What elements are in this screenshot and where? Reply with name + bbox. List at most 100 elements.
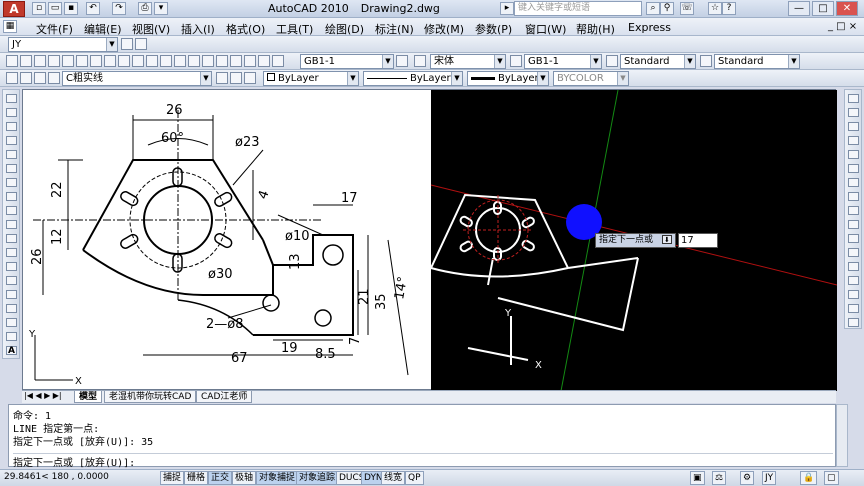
quick-dim-icon[interactable]: [118, 55, 130, 67]
offset-icon[interactable]: [848, 136, 859, 145]
workspace-status-label[interactable]: JY: [762, 471, 777, 485]
command-prompt[interactable]: 指定下一点或 [放弃(U)]:: [13, 453, 833, 469]
hatch-icon[interactable]: [6, 290, 17, 299]
ortho-toggle[interactable]: 正交: [208, 471, 233, 485]
workspace-menu-icon[interactable]: [135, 38, 147, 50]
grid-toggle[interactable]: 栅格: [184, 471, 209, 485]
lightbulb-icon[interactable]: [20, 72, 32, 84]
linear-dim-icon[interactable]: [6, 55, 18, 67]
color-combo[interactable]: ByLayer ▼: [263, 71, 359, 86]
radius-dim-icon[interactable]: [62, 55, 74, 67]
construction-line-icon[interactable]: [6, 108, 17, 117]
tab-model[interactable]: 模型: [74, 391, 103, 403]
menu-tools[interactable]: 工具(T): [276, 21, 313, 37]
move-icon[interactable]: [848, 164, 859, 173]
binoculars-icon[interactable]: ⚲: [660, 2, 674, 15]
explode-icon[interactable]: [848, 318, 859, 327]
menu-help[interactable]: 帮助(H): [576, 21, 615, 37]
tab-layout-1[interactable]: 老湿机带你玩转CAD: [104, 391, 197, 403]
circle-icon[interactable]: [6, 178, 17, 187]
center-mark-icon[interactable]: [202, 55, 214, 67]
scale-icon[interactable]: [848, 192, 859, 201]
trim-icon[interactable]: [848, 220, 859, 229]
dimstyle-icon[interactable]: [396, 55, 408, 67]
baseline-dim-icon[interactable]: [132, 55, 144, 67]
minimize-button[interactable]: —: [788, 1, 810, 16]
line-icon[interactable]: [6, 94, 17, 103]
save-icon[interactable]: ▪: [64, 2, 78, 15]
qp-toggle[interactable]: QP: [405, 471, 424, 485]
menu-file[interactable]: 文件(F): [36, 21, 73, 37]
arrow-down-icon[interactable]: ⬇: [661, 235, 672, 244]
lineweight-toggle[interactable]: 线宽: [381, 471, 406, 485]
layer-combo[interactable]: C粗实线 ▼: [62, 71, 212, 86]
menu-view[interactable]: 视图(V): [132, 21, 170, 37]
workspace-combo[interactable]: JY ▼: [8, 37, 118, 52]
jogged-linear-icon[interactable]: [230, 55, 242, 67]
dimstyle2-combo[interactable]: GB1-1 ▼: [524, 54, 602, 69]
undo-icon[interactable]: ↶: [86, 2, 100, 15]
menu-express[interactable]: Express: [628, 21, 671, 34]
command-window[interactable]: 命令: 1 LINE 指定第一点: 指定下一点或 [放弃(U)]: 35 指定下…: [8, 404, 836, 469]
dim-update-icon[interactable]: [272, 55, 284, 67]
search-input[interactable]: 键入关键字或短语: [514, 1, 642, 16]
arc-length-icon[interactable]: [34, 55, 46, 67]
spline-icon[interactable]: [6, 206, 17, 215]
textstyle-icon[interactable]: [414, 55, 426, 67]
inspection-icon[interactable]: [216, 55, 228, 67]
close-button[interactable]: ✕: [836, 1, 858, 16]
chamfer-icon[interactable]: [848, 290, 859, 299]
tablestyle-combo[interactable]: Standard ▼: [620, 54, 696, 69]
menu-modify[interactable]: 修改(M): [424, 21, 464, 37]
document-icon[interactable]: ▦: [3, 20, 17, 33]
jogged-dim-icon[interactable]: [76, 55, 88, 67]
linetype-combo[interactable]: ByLayer ▼: [363, 71, 463, 86]
dim-space-icon[interactable]: [160, 55, 172, 67]
lock-icon[interactable]: [48, 72, 60, 84]
copy-icon[interactable]: [848, 108, 859, 117]
mirror-icon[interactable]: [848, 122, 859, 131]
lineweight-combo[interactable]: ByLayer ▼: [467, 71, 549, 86]
annotation-scale-icon[interactable]: ⚖: [712, 471, 727, 485]
fillet-icon[interactable]: [848, 304, 859, 313]
make-current-icon[interactable]: [216, 72, 228, 84]
help-icon[interactable]: ?: [722, 2, 736, 15]
diameter-dim-icon[interactable]: [90, 55, 102, 67]
dynamic-input-value[interactable]: 17: [678, 233, 718, 248]
workspace-status-icon[interactable]: ⚙: [740, 471, 755, 485]
mleaderstyle-combo[interactable]: Standard ▼: [714, 54, 800, 69]
angular-dim-icon[interactable]: [104, 55, 116, 67]
redo-icon[interactable]: ↷: [112, 2, 126, 15]
print-icon[interactable]: ⎙: [138, 2, 152, 15]
join-icon[interactable]: [848, 276, 859, 285]
favorites-icon[interactable]: ☆: [708, 2, 722, 15]
menu-window[interactable]: 窗口(W): [525, 21, 566, 37]
dimstyle2-icon[interactable]: [510, 55, 522, 67]
sun-icon[interactable]: [34, 72, 46, 84]
menu-draw[interactable]: 绘图(D): [325, 21, 364, 37]
model-space-icon[interactable]: ▣: [690, 471, 705, 485]
doc-minimize-icon[interactable]: _ □ ×: [828, 21, 857, 32]
chevron-down-icon[interactable]: ▾: [154, 2, 168, 15]
layer-manager-icon[interactable]: [6, 72, 18, 84]
menu-format[interactable]: 格式(O): [226, 21, 265, 37]
application-menu-button[interactable]: A: [3, 1, 25, 17]
region-icon[interactable]: [6, 318, 17, 327]
array-icon[interactable]: [848, 150, 859, 159]
lock-icon[interactable]: 🔒: [800, 471, 818, 485]
polar-toggle[interactable]: 极轴: [232, 471, 257, 485]
command-scrollbar[interactable]: [836, 404, 848, 467]
menu-parametric[interactable]: 参数(P): [475, 21, 512, 37]
tablestyle-icon[interactable]: [606, 55, 618, 67]
gear-icon[interactable]: [121, 38, 133, 50]
insert-block-icon[interactable]: [6, 248, 17, 257]
menu-dimension[interactable]: 标注(N): [375, 21, 414, 37]
otrack-toggle[interactable]: 对象追踪: [296, 471, 339, 485]
polygon-icon[interactable]: [6, 136, 17, 145]
textstyle-combo[interactable]: 宋体 ▼: [430, 54, 506, 69]
dim-edit-icon[interactable]: [244, 55, 256, 67]
plotstyle-combo[interactable]: BYCOLOR ▼: [553, 71, 629, 86]
point-icon[interactable]: [6, 276, 17, 285]
break-icon[interactable]: [848, 262, 859, 271]
make-block-icon[interactable]: [6, 262, 17, 271]
